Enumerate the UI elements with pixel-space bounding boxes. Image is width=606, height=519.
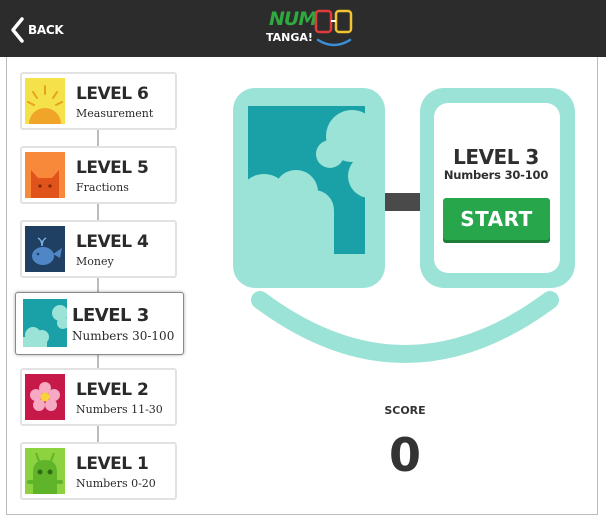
sun-icon	[25, 78, 65, 124]
alien-icon	[25, 448, 65, 494]
level-title: LEVEL 2	[76, 380, 149, 400]
level-subtitle: Numbers 0-20	[76, 477, 156, 490]
back-label: BACK	[28, 23, 64, 37]
level-subtitle: Numbers 11-30	[76, 403, 163, 416]
level-card-2[interactable]: LEVEL 2 Numbers 11-30	[20, 368, 177, 426]
level-subtitle: Fractions	[76, 181, 129, 194]
logo-glasses-icon	[314, 9, 353, 47]
level-title: LEVEL 5	[76, 158, 149, 178]
level-card-4[interactable]: LEVEL 4 Money	[20, 220, 177, 278]
level-title: LEVEL 6	[76, 84, 149, 104]
top-bar: BACK NUM TANGA!	[0, 0, 606, 57]
level-card-1[interactable]: LEVEL 1 Numbers 0-20	[20, 442, 177, 500]
start-button[interactable]: START	[443, 198, 550, 240]
selected-level-info: LEVEL 3 Numbers 30-100	[432, 146, 560, 182]
whale-icon	[25, 226, 65, 272]
num-tanga-logo: NUM TANGA!	[260, 6, 360, 52]
chevron-left-icon	[11, 17, 24, 43]
back-button[interactable]: BACK	[10, 15, 64, 45]
level-title: LEVEL 3	[72, 305, 149, 326]
selected-level-subtitle: Numbers 30-100	[443, 168, 549, 182]
logo-text-top: NUM	[269, 8, 317, 30]
clouds-icon	[23, 299, 67, 347]
level-title: LEVEL 4	[76, 232, 149, 252]
level-title: LEVEL 1	[76, 454, 149, 474]
level-subtitle: Money	[76, 255, 114, 268]
cat-icon	[25, 152, 65, 198]
flower-icon	[25, 374, 65, 420]
logo-text-bottom: TANGA!	[266, 31, 313, 44]
score-value: 0	[388, 428, 421, 482]
score-label: SCORE	[384, 404, 426, 417]
level-card-5[interactable]: LEVEL 5 Fractions	[20, 146, 177, 204]
selected-level-title: LEVEL 3	[453, 145, 539, 169]
level-subtitle: Measurement	[76, 107, 154, 120]
level-subtitle: Numbers 30-100	[72, 329, 175, 343]
level-card-6[interactable]: LEVEL 6 Measurement	[20, 72, 177, 130]
level-card-3[interactable]: LEVEL 3 Numbers 30-100	[15, 292, 184, 355]
